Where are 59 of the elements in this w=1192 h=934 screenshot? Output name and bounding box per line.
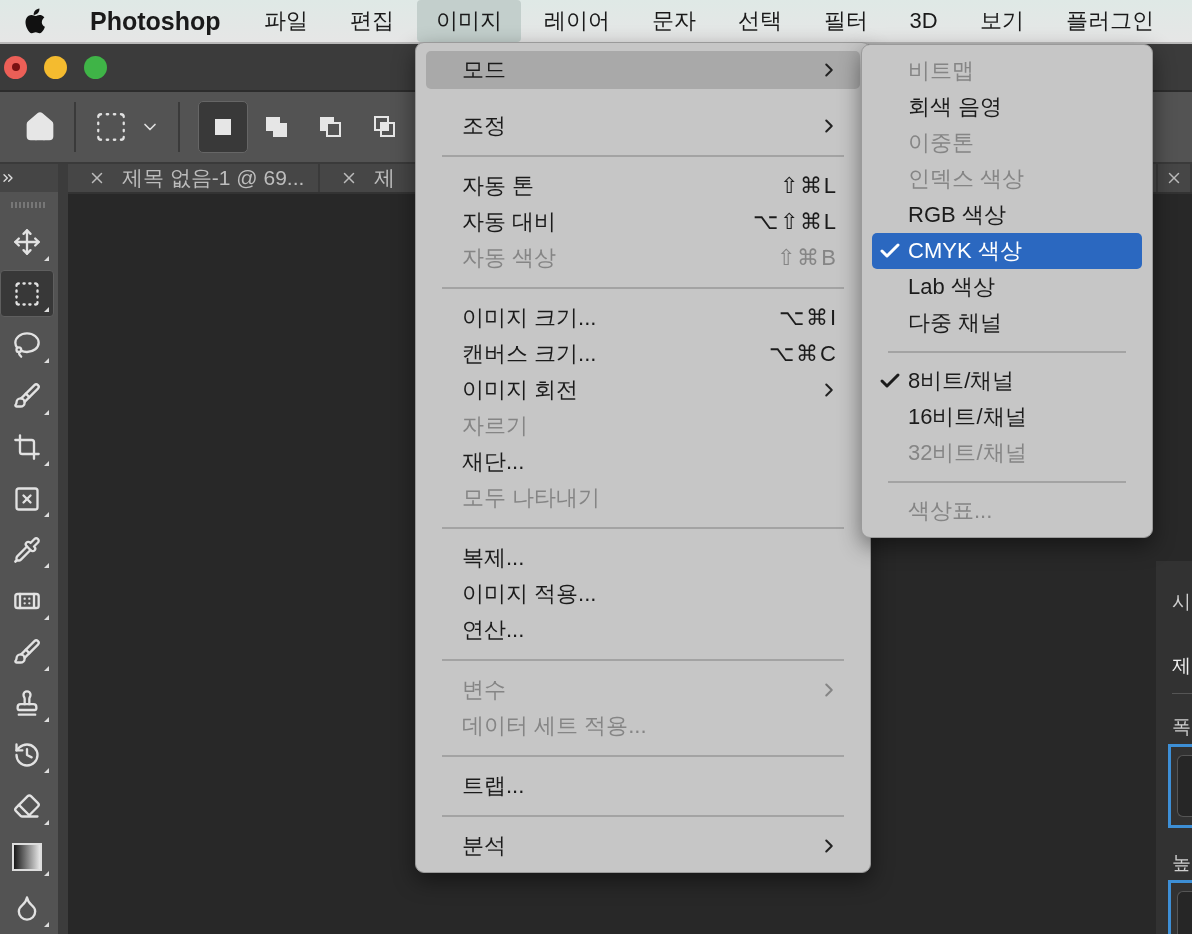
squares-icon [265, 115, 289, 139]
menu-title[interactable]: 보기 [960, 0, 1043, 42]
menu-item[interactable]: 16비트/채널 [872, 399, 1142, 435]
menu-title[interactable]: 플러그인 [1046, 0, 1173, 42]
frame-tool-icon [13, 484, 41, 513]
menu-title[interactable]: 필터 [804, 0, 887, 42]
close-window-button[interactable] [4, 55, 27, 79]
quick-tool-icon [13, 382, 41, 411]
gradient-icon [12, 843, 42, 872]
squares-icon [319, 115, 343, 139]
zoom-window-button[interactable] [84, 55, 107, 79]
menu-title[interactable]: 선택 [718, 0, 801, 42]
menu-title[interactable]: 편집 [330, 0, 413, 42]
history-tool-icon [13, 740, 41, 769]
app-name: Photoshop [90, 6, 221, 36]
eyedropper-tool-icon [13, 535, 41, 564]
crop-tool-icon [13, 433, 41, 462]
menu-item[interactable]: 다중 채널 [872, 305, 1142, 341]
menu-item[interactable]: 자동 톤 ⇧⌘L [426, 168, 860, 204]
input-field[interactable] [1168, 744, 1192, 828]
menu-item[interactable]: RGB 색상 [872, 197, 1142, 233]
menu-title[interactable]: 레이어 [524, 0, 629, 42]
menu-title[interactable]: 이미지 [416, 0, 521, 42]
menu-item[interactable]: 조정 [426, 108, 860, 144]
panel-tab[interactable]: 제 [1172, 653, 1192, 679]
menu-item[interactable]: 회색 음영 [872, 89, 1142, 125]
eraser-tool-icon [13, 791, 41, 820]
marquee-tool-icon [13, 279, 41, 308]
menu-title[interactable]: 파일 [244, 0, 327, 42]
home-icon[interactable] [24, 111, 56, 143]
brush-tool-icon [13, 638, 41, 667]
menu-item[interactable]: 모드 [426, 51, 860, 89]
menu-title[interactable]: 3D [890, 2, 957, 40]
move-tool-icon [13, 228, 41, 257]
lasso-tool-icon [13, 330, 41, 359]
selection-mode-button[interactable] [198, 101, 248, 153]
menu-item[interactable]: 재단... [426, 444, 860, 480]
menu-item[interactable]: 복제... [426, 540, 860, 576]
menu-item[interactable]: 트랩... [426, 768, 860, 804]
menu-item[interactable]: 자동 대비 ⌥⇧⌘L [426, 204, 860, 240]
menu-item[interactable]: 캔버스 크기... ⌥⌘C [426, 336, 860, 372]
menu-item[interactable]: 8비트/채널 [872, 363, 1142, 399]
menu-title[interactable]: 문자 [632, 0, 715, 42]
menu-item[interactable]: Lab 색상 [872, 269, 1142, 305]
tool-button[interactable] [0, 270, 54, 318]
marquee-icon[interactable] [94, 110, 128, 144]
menu-item[interactable]: 이미지 적용... [426, 576, 860, 612]
squares-icon [373, 115, 397, 139]
document-tab[interactable]: 제목 없음-1 @ 69... [68, 164, 321, 192]
menu-item[interactable]: 연산... [426, 612, 860, 648]
menu-item[interactable]: 이미지 회전 [426, 372, 860, 408]
field-label: 높 [1172, 851, 1192, 875]
menu-item[interactable]: CMYK 색상 [872, 233, 1142, 269]
menu-item[interactable]: 이미지 크기... ⌥⌘I [426, 300, 860, 336]
field-label: 폭 [1172, 715, 1192, 739]
minimize-window-button[interactable] [44, 55, 67, 79]
menu-item[interactable]: 분석 [426, 828, 860, 864]
grip-icon [11, 201, 47, 208]
panel-title: 시 [1172, 590, 1192, 614]
